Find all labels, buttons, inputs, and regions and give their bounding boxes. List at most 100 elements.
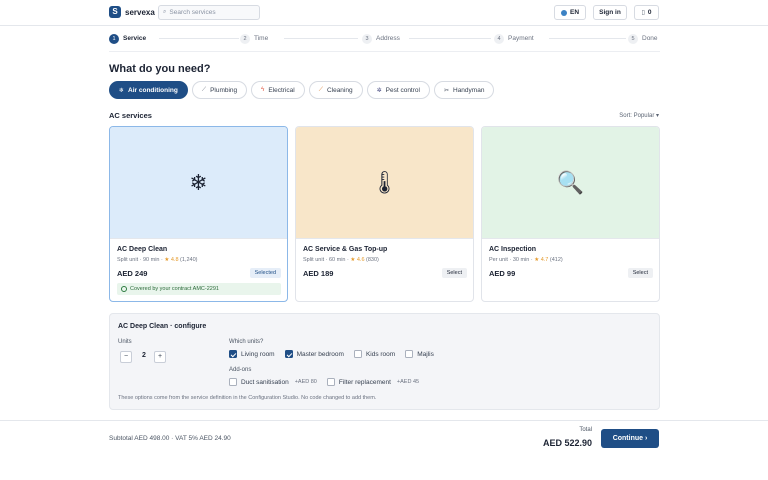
search-icon: ⌕ — [163, 9, 167, 15]
step-number: 1 — [109, 33, 119, 44]
category-handyman[interactable]: ✂ Handyman — [433, 81, 495, 99]
category-electrical[interactable]: ϟ Electrical — [251, 81, 305, 99]
wrench-icon: ⟋ — [201, 86, 207, 93]
step-connector — [159, 38, 239, 39]
card-meta-text: Split unit · 90 min · — [117, 257, 165, 263]
card-reviews: (1,240) — [178, 257, 198, 263]
continue-button[interactable]: Continue › — [601, 429, 659, 448]
logo-icon[interactable]: S — [109, 6, 121, 18]
chip-label: Cleaning — [326, 86, 353, 94]
step-number: 4 — [494, 33, 504, 44]
section-title: AC services — [109, 111, 152, 120]
magnifier-icon: 🔍 — [556, 169, 585, 195]
units-label: Units — [118, 339, 132, 345]
top-bar: S servexa ⌕ Search services EN Sign in ▯… — [0, 0, 768, 26]
checkbox-label: Majlis — [417, 350, 434, 358]
checkbox[interactable] — [229, 378, 237, 386]
addon-price: +AED 80 — [294, 379, 317, 385]
card-price: AED 249 — [117, 269, 148, 278]
step-label: Service — [123, 35, 147, 42]
category-air-conditioning[interactable]: ❄ Air conditioning — [109, 81, 188, 99]
service-card-ac-deep-clean[interactable]: ❄ AC Deep Clean Split unit · 90 min · ★ … — [109, 126, 288, 302]
checkbox[interactable] — [326, 378, 335, 386]
configure-title: AC Deep Clean · configure — [118, 323, 207, 330]
addons-label: Add-ons — [229, 367, 252, 373]
unit-majlis[interactable]: Majlis — [405, 349, 434, 359]
booking-stepper: 1 Service 2 Time 3 Address 4 Payment 5 D… — [109, 31, 660, 46]
broom-icon: ⟋ — [318, 86, 323, 93]
which-units-label: Which units? — [229, 339, 264, 345]
snowflake-icon: ❄ — [119, 87, 125, 94]
sort-dropdown[interactable]: Sort: Popular ▾ — [595, 112, 659, 119]
step-payment[interactable]: 4 Payment — [494, 31, 534, 46]
checkbox[interactable] — [405, 350, 414, 358]
decrement-button[interactable]: − — [120, 351, 132, 363]
step-label: Address — [376, 35, 400, 42]
category-cleaning[interactable]: ⟋ Cleaning — [308, 81, 363, 99]
unit-master-bedroom[interactable]: Master bedroom — [284, 349, 344, 359]
category-chips: ❄ Air conditioning ⟋ Plumbing ϟ Electric… — [109, 81, 495, 99]
configure-panel: AC Deep Clean · configure Units − 2 + Wh… — [109, 313, 660, 410]
chip-label: Electrical — [268, 86, 295, 94]
addon-filter-replacement[interactable]: Filter replacement +AED 45 — [326, 377, 419, 387]
checkbox-label: Master bedroom — [296, 350, 344, 358]
step-number: 3 — [362, 33, 372, 44]
language-button[interactable]: EN — [554, 5, 586, 20]
language-label: EN — [569, 9, 580, 16]
card-image: 🔍 — [482, 127, 659, 239]
unit-kids-room[interactable]: Kids room — [353, 349, 395, 359]
card-meta-text: Split unit · 60 min · — [303, 257, 351, 263]
checkbox-label: Duct sanitisation — [241, 378, 289, 386]
card-title: AC Deep Clean — [117, 246, 168, 253]
star-icon: ★ — [534, 257, 540, 263]
step-number: 2 — [240, 33, 250, 44]
card-reviews: (412) — [548, 257, 563, 263]
total-value: AED 522.90 — [542, 438, 592, 448]
card-price: AED 189 — [303, 269, 334, 278]
card-title: AC Inspection — [489, 246, 537, 253]
step-address[interactable]: 3 Address — [362, 31, 400, 46]
check-circle-icon — [121, 286, 127, 292]
selected-badge[interactable]: Selected — [249, 268, 281, 278]
configure-note: These options come from the service defi… — [118, 395, 377, 401]
checkbox-label: Living room — [241, 350, 275, 358]
cart-button[interactable]: ▯ 0 — [634, 5, 659, 20]
units-checkboxes: Living room Master bedroom Kids room Maj… — [229, 349, 434, 359]
search-input[interactable]: ⌕ Search services — [158, 5, 260, 20]
addon-duct-sanitisation[interactable]: Duct sanitisation +AED 80 — [229, 377, 317, 387]
unit-living-room[interactable]: Living room — [229, 349, 275, 359]
globe-icon — [560, 9, 567, 16]
service-card-ac-service-gas[interactable]: 🌡 AC Service & Gas Top-up Split unit · 6… — [295, 126, 474, 302]
checkbox[interactable] — [353, 350, 362, 358]
checkbox[interactable] — [284, 350, 293, 358]
sign-in-button[interactable]: Sign in — [593, 5, 627, 20]
chip-label: Pest control — [385, 86, 420, 94]
step-number: 5 — [628, 33, 638, 44]
cart-count: 0 — [647, 9, 652, 16]
bug-icon: ✲ — [376, 87, 382, 94]
increment-button[interactable]: + — [154, 351, 166, 363]
step-service[interactable]: 1 Service — [109, 31, 146, 46]
step-label: Done — [642, 35, 658, 42]
step-connector — [409, 38, 491, 39]
service-card-ac-inspection[interactable]: 🔍 AC Inspection Per unit · 30 min · ★ 4.… — [481, 126, 660, 302]
total-label: Total — [579, 427, 592, 433]
card-title: AC Service & Gas Top-up — [303, 246, 388, 253]
select-button[interactable]: Select — [441, 268, 467, 278]
step-time[interactable]: 2 Time — [240, 31, 268, 46]
checkbox[interactable] — [229, 350, 237, 358]
step-label: Payment — [508, 35, 534, 42]
brand-name[interactable]: servexa — [125, 8, 155, 17]
checkout-bar: Subtotal AED 498.00 · VAT 5% AED 24.90 T… — [0, 420, 768, 480]
card-reviews: (830) — [364, 257, 379, 263]
step-connector — [549, 38, 626, 39]
category-plumbing[interactable]: ⟋ Plumbing — [191, 81, 248, 99]
star-icon: ★ — [164, 257, 170, 263]
cart-icon: ▯ — [641, 10, 645, 16]
select-button[interactable]: Select — [627, 268, 653, 278]
category-pest-control[interactable]: ✲ Pest control — [366, 81, 430, 99]
card-meta: Per unit · 30 min · ★ 4.7 (412) — [489, 257, 563, 263]
step-done[interactable]: 5 Done — [628, 31, 658, 46]
card-rating: 4.8 — [170, 257, 179, 263]
page-title: What do you need? — [109, 63, 211, 75]
